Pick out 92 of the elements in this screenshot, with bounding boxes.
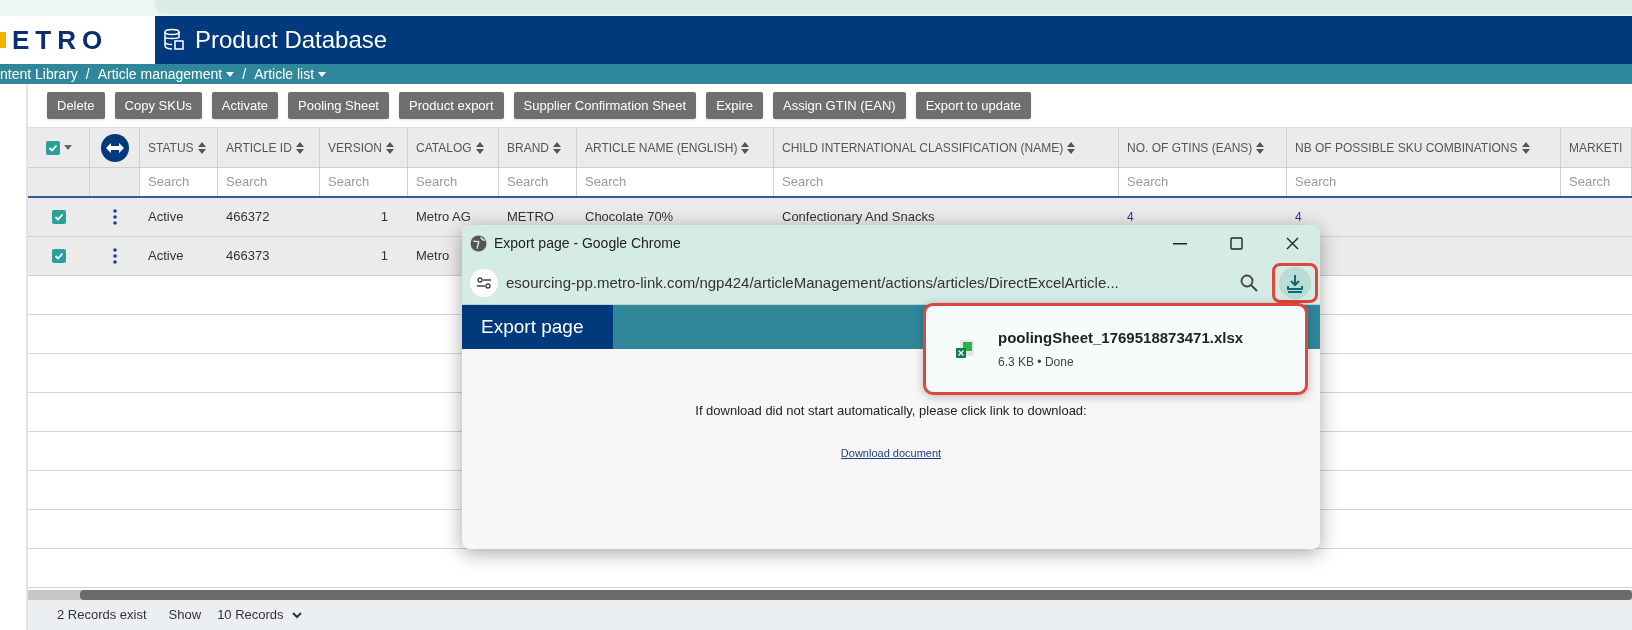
sort-icon[interactable]: [741, 141, 750, 154]
search-field[interactable]: Search: [218, 168, 320, 196]
scrollbar-thumb[interactable]: [80, 590, 1632, 600]
search-field[interactable]: Search: [1287, 168, 1561, 196]
count-link[interactable]: 4: [1127, 208, 1134, 226]
column-header[interactable]: CHILD INTERNATIONAL CLASSIFICATION (NAME): [774, 128, 1119, 167]
checkbox[interactable]: [52, 249, 66, 263]
sort-icon[interactable]: [1067, 141, 1076, 154]
sort-icon[interactable]: [386, 141, 394, 154]
table-cell: 1: [380, 248, 388, 264]
page-title: Export page: [462, 305, 613, 349]
table-cell: Chocolate 70%: [585, 209, 674, 225]
page-size-dropdown[interactable]: 10 Records: [217, 605, 302, 625]
maximize-icon: [1229, 237, 1243, 250]
sort-icon[interactable]: [475, 141, 484, 154]
search-field[interactable]: Search: [1561, 168, 1632, 196]
download-button[interactable]: [1272, 263, 1318, 303]
caret-icon: [318, 71, 327, 77]
records-count: 2 Records exist: [57, 606, 147, 625]
file-name: poolingSheet_1769518873471.xlsx: [998, 327, 1244, 348]
breadcrumb-link[interactable]: Article list: [254, 63, 327, 85]
expand-columns-button[interactable]: [100, 133, 129, 162]
chevron-down-icon: [291, 611, 302, 619]
search-field[interactable]: Search: [140, 168, 218, 196]
checkmark-icon: [54, 251, 64, 261]
table-cell: 466372: [226, 209, 270, 225]
checkbox[interactable]: [45, 140, 60, 155]
search-field[interactable]: Search: [774, 168, 1119, 196]
toolbar-button[interactable]: Supplier Confirmation Sheet: [513, 92, 697, 119]
breadcrumb-link[interactable]: ntent Library: [0, 63, 78, 85]
sort-icon[interactable]: [553, 141, 561, 154]
toolbar-button[interactable]: Delete: [47, 92, 105, 119]
download-message: If download did not start automatically, please click link to download:: [695, 402, 1087, 420]
checkbox[interactable]: [52, 210, 66, 224]
toolbar-button[interactable]: Pooling Sheet: [288, 92, 389, 119]
checkmark-icon: [47, 142, 58, 153]
toolbar-button[interactable]: Activate: [211, 92, 279, 119]
file-status: 6.3 KB • Done: [998, 354, 1075, 372]
sort-icon[interactable]: [1256, 141, 1265, 154]
count-link[interactable]: 4: [1295, 208, 1302, 226]
window-title: Export page - Google Chrome: [494, 234, 682, 253]
more-icon[interactable]: [113, 209, 117, 225]
more-icon[interactable]: [113, 248, 117, 264]
globe-icon: [470, 235, 487, 252]
breadcrumb-link[interactable]: Article management: [97, 63, 235, 85]
zoom-icon[interactable]: [1240, 274, 1258, 292]
toolbar-button[interactable]: Export to update: [915, 92, 1032, 119]
app-title: Product Database: [195, 25, 388, 55]
column-header[interactable]: ARTICLE ID: [218, 128, 320, 167]
column-header[interactable]: BRAND: [499, 128, 577, 167]
download-link[interactable]: Download document: [840, 444, 942, 461]
table-cell: METRO: [507, 209, 554, 225]
caret-icon: [226, 71, 235, 77]
column-header[interactable]: STATUS: [140, 128, 218, 167]
checkmark-icon: [54, 212, 64, 222]
table-cell: 466373: [226, 248, 270, 264]
column-header[interactable]: MARKETI: [1561, 128, 1632, 167]
toolbar-button[interactable]: Assign GTIN (EAN): [773, 92, 906, 119]
download-icon: [1285, 273, 1305, 293]
search-field[interactable]: Search: [577, 168, 774, 196]
search-field[interactable]: Search: [499, 168, 577, 196]
column-header[interactable]: VERSION: [320, 128, 408, 167]
table-cell: Metro AG: [416, 209, 471, 225]
breadcrumb-separator: /: [85, 64, 90, 84]
arrows-icon: [105, 142, 124, 153]
column-header[interactable]: ARTICLE NAME (ENGLISH): [577, 128, 774, 167]
column-header[interactable]: NO. OF GTINS (EANS): [1119, 128, 1287, 167]
table-cell: 1: [380, 209, 388, 225]
database-icon: [163, 28, 185, 52]
sort-icon[interactable]: [197, 141, 206, 154]
minimize-icon: [1173, 242, 1187, 245]
toolbar-button[interactable]: Product export: [399, 92, 504, 119]
search-field[interactable]: Search: [320, 168, 408, 196]
sort-icon[interactable]: [1521, 141, 1530, 154]
table-cell: Active: [148, 209, 184, 225]
close-icon: [1285, 237, 1299, 250]
search-field[interactable]: Search: [408, 168, 499, 196]
sort-icon[interactable]: [295, 141, 304, 154]
toolbar-button[interactable]: Expire: [706, 92, 763, 119]
spreadsheet-file-icon: [954, 338, 976, 360]
table-cell: Metro: [416, 248, 450, 264]
show-label: Show: [168, 606, 202, 625]
table-cell: Active: [148, 248, 184, 264]
search-field[interactable]: Search: [1119, 168, 1287, 196]
breadcrumb-separator: /: [242, 64, 247, 84]
toolbar-button[interactable]: Copy SKUs: [114, 92, 202, 119]
table-cell: Confectionary And Snacks: [782, 209, 935, 225]
caret-icon: [63, 145, 72, 150]
column-header[interactable]: NB OF POSSIBLE SKU COMBINATIONS: [1287, 128, 1561, 167]
column-header[interactable]: CATALOG: [408, 128, 499, 167]
download-popup[interactable]: poolingSheet_1769518873471.xlsx 6.3 KB • Done: [923, 303, 1308, 395]
site-settings-icon[interactable]: [470, 269, 498, 297]
